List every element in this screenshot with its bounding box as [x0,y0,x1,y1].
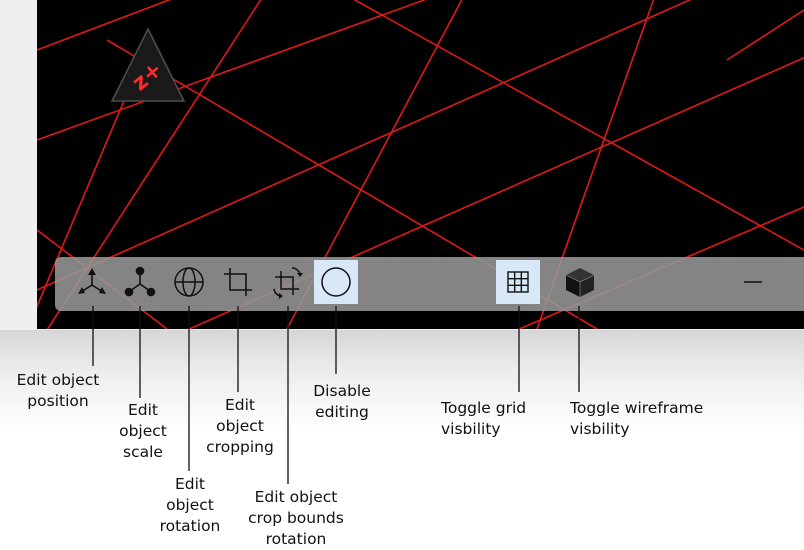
label-edit-cropping: Edit object cropping [206,396,274,456]
label-edit-position: Edit object position [16,371,100,410]
label-toggle-grid: Toggle grid visbility [441,399,527,438]
label-disable-editing: Disable editing [313,382,371,421]
label-edit-crop-bounds-rotation: Edit object crop bounds rotation [248,488,344,548]
label-toggle-wireframe: Toggle wireframe visbility [570,399,704,438]
label-edit-scale: Edit object scale [119,401,167,461]
label-edit-rotation: Edit object rotation [159,475,221,535]
annotation-leader-lines [92,306,580,484]
